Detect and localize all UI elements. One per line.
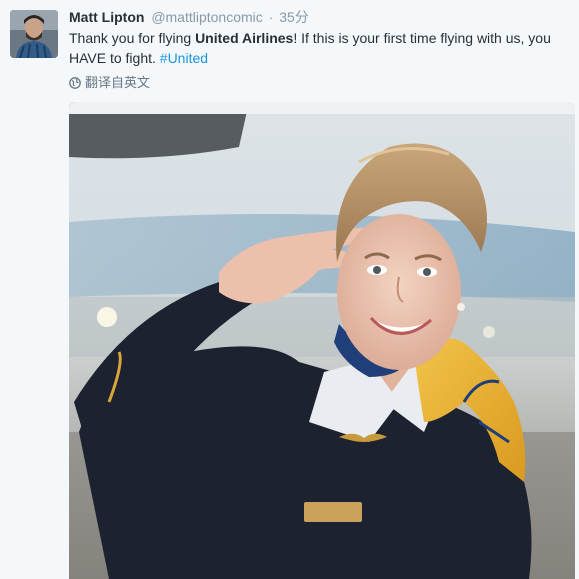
tweet-text-part: Thank you for flying bbox=[69, 30, 196, 46]
hashtag-link[interactable]: #United bbox=[160, 50, 208, 66]
tweet-text-bold: United Airlines bbox=[195, 30, 294, 46]
separator-dot: · bbox=[268, 9, 274, 25]
tweet-photo[interactable] bbox=[69, 102, 575, 579]
translate-link[interactable]: 翻译自英文 bbox=[69, 74, 150, 92]
author-name[interactable]: Matt Lipton bbox=[69, 9, 144, 25]
globe-icon bbox=[69, 77, 81, 89]
author-handle[interactable]: @mattliptoncomic bbox=[151, 9, 262, 25]
tweet: Matt Lipton @mattliptoncomic · 35分 Thank… bbox=[0, 0, 579, 579]
avatar[interactable] bbox=[10, 10, 58, 58]
timestamp[interactable]: 35分 bbox=[279, 9, 309, 25]
translate-label: 翻译自英文 bbox=[85, 75, 151, 90]
tweet-header: Matt Lipton @mattliptoncomic · 35分 bbox=[69, 8, 309, 26]
tweet-text: Thank you for flying United Airlines! If… bbox=[69, 28, 569, 68]
